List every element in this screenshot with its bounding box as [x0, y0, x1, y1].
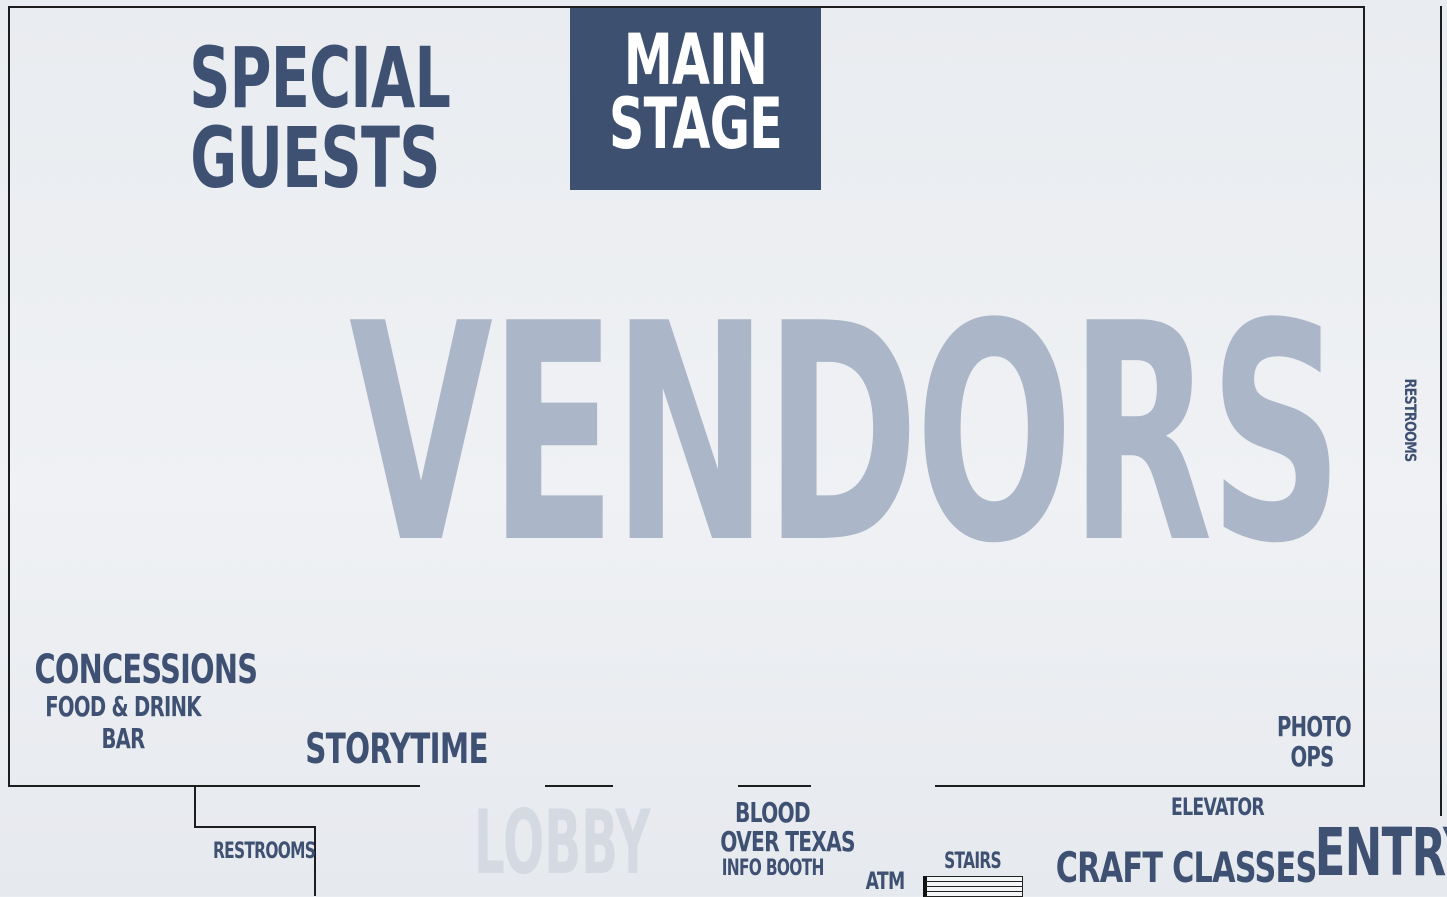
food-drink-label: FOOD & DRINK: [45, 690, 201, 723]
hall-wall-bottom-left: [8, 785, 420, 787]
vendors-label: VENDORS: [349, 260, 1343, 609]
hall-wall-right: [1363, 6, 1365, 786]
stairs-icon: [923, 876, 1023, 897]
craft-classes-label: CRAFT CLASSES: [1055, 843, 1318, 892]
special-guests-line-1: SPECIAL: [189, 29, 451, 127]
outer-wall-right: [1440, 6, 1442, 816]
entry-label: ENTRY: [1314, 814, 1447, 891]
concessions-label: CONCESSIONS: [34, 647, 258, 693]
restrooms-left-label: RESTROOMS: [213, 839, 316, 864]
lobby-label: LOBBY: [474, 791, 651, 894]
blood-over-texas-label: BLOOD OVER TEXAS: [720, 796, 855, 858]
hall-wall-bottom-seg3: [738, 785, 811, 787]
hall-wall-bottom-right: [935, 785, 1365, 787]
stairs-label: STAIRS: [944, 849, 1001, 874]
elevator-label: ELEVATOR: [1171, 793, 1265, 821]
photo-ops-line-1: PHOTO: [1277, 710, 1352, 743]
main-stage-line-2: STAGE: [608, 83, 783, 165]
photo-ops-label: PHOTO OPS: [1277, 710, 1352, 773]
info-booth-label: INFO BOOTH: [721, 856, 825, 881]
blood-over-texas-line-2: OVER TEXAS: [720, 825, 855, 858]
blood-over-texas-line-1: BLOOD: [735, 796, 811, 829]
special-guests-line-2: GUESTS: [190, 109, 440, 207]
restroom-wall-v1: [194, 786, 196, 828]
hall-wall-left: [8, 6, 10, 786]
bar-label: BAR: [101, 722, 145, 755]
storytime-label: STORYTIME: [305, 724, 488, 773]
main-stage-label: MAIN STAGE: [608, 25, 784, 165]
special-guests-label: SPECIAL GUESTS: [189, 29, 451, 207]
photo-ops-line-2: OPS: [1290, 740, 1334, 773]
atm-label: ATM: [865, 867, 906, 895]
restroom-wall-h: [194, 826, 316, 828]
restrooms-right-label: RESTROOMS: [1401, 378, 1420, 462]
hall-wall-bottom-seg2: [545, 785, 613, 787]
